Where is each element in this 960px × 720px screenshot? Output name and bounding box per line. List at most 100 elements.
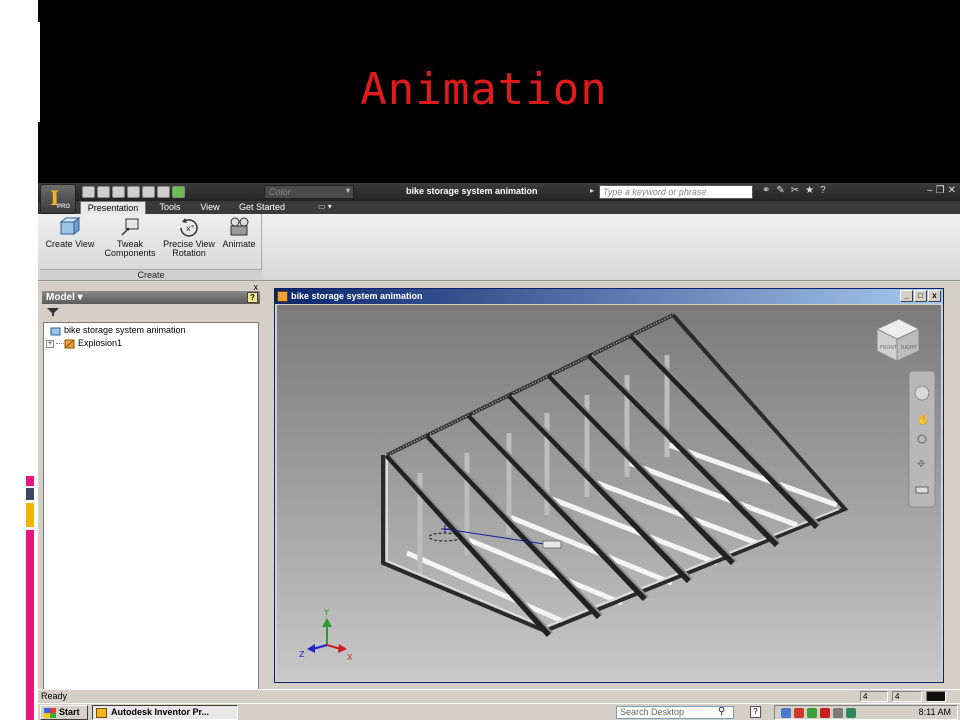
model-browser: x Model ▾ ? bike storage system animatio… (40, 282, 262, 707)
minimize-icon[interactable]: – (927, 185, 933, 196)
triad-x-label: X (347, 653, 353, 662)
steering-wheel-icon[interactable] (914, 385, 930, 401)
precise-view-rotation-label: Precise View Rotation (163, 239, 215, 258)
ribbon-tabs: Presentation Tools View Get Started ▭ ▾ (38, 201, 960, 214)
taskbar: Start Autodesk Inventor Pr... Search Des… (38, 703, 960, 720)
viewcube[interactable]: FRONT RIGHT (875, 318, 921, 362)
quick-access-toolbar (82, 185, 185, 199)
network-icon[interactable] (781, 708, 791, 718)
coordinate-triad: Y X Z (299, 608, 353, 662)
new-file-icon[interactable] (82, 186, 95, 198)
panel-label-create: Create (40, 269, 262, 280)
ribbon-toggle-icon[interactable]: ▭ ▾ (318, 202, 332, 211)
tweak-components-icon (121, 218, 139, 236)
animate-label: Animate (222, 239, 256, 249)
color-combo[interactable]: Color (264, 185, 354, 199)
save-icon[interactable] (112, 186, 125, 198)
inventor-window: Color ▾ bike storage system animation ▸ … (38, 183, 960, 720)
search-icon[interactable]: ⚲ (718, 706, 725, 717)
tweak-components-button[interactable]: Tweak Components (98, 216, 162, 258)
start-button[interactable]: Start (40, 705, 88, 720)
doc-minimize-button[interactable]: _ (900, 290, 913, 302)
accent-bar (26, 530, 34, 720)
help-icon[interactable]: ? (820, 185, 826, 196)
subscription-icon[interactable]: ✂ (791, 185, 799, 196)
volume-icon[interactable] (833, 708, 843, 718)
tree-item-label: bike storage system animation (64, 325, 186, 335)
tree-item-explosion[interactable]: + Explosion1 (46, 338, 122, 349)
triad-z-label: Z (299, 650, 305, 659)
tree-item-label: Explosion1 (78, 338, 123, 348)
animate-button[interactable]: Animate (218, 216, 260, 249)
inventor-logo-button[interactable]: I PRO (40, 184, 76, 214)
tab-view[interactable]: View (192, 201, 228, 214)
keyword-search-input[interactable]: Type a keyword or phrase (599, 185, 753, 199)
accent-bar (26, 476, 34, 486)
expand-icon[interactable]: + (46, 339, 54, 348)
help-icon[interactable]: ? (750, 706, 761, 718)
browser-tree: bike storage system animation + Explosio… (43, 322, 259, 706)
tab-tools[interactable]: Tools (150, 201, 190, 214)
undo-icon[interactable] (127, 186, 140, 198)
document-window-controls: _ □ x (900, 290, 941, 302)
triad-y-label: Y (323, 608, 329, 617)
slide-decoration (18, 22, 40, 122)
graphics-viewport[interactable]: Y X Z FRONT RIGHT ✋ ✥ (277, 305, 941, 681)
wrench-icon[interactable]: ✎ (776, 185, 784, 196)
ribbon-empty-area (264, 214, 960, 280)
task-item-label: Autodesk Inventor Pr... (111, 707, 210, 717)
tab-presentation[interactable]: Presentation (80, 201, 146, 214)
favorites-star-icon[interactable]: ★ (805, 185, 814, 196)
redo-icon[interactable] (142, 186, 155, 198)
viewcube-front-label: FRONT (880, 345, 898, 351)
browser-help-icon[interactable]: ? (247, 292, 258, 303)
combo-chevron-icon[interactable]: ▾ (346, 186, 350, 195)
bike-rack-model: Y X Z FRONT RIGHT ✋ ✥ (299, 313, 936, 662)
document-caption: bike storage system animation _ □ x (275, 289, 943, 304)
inventor-task-icon (96, 708, 107, 718)
ribbon-panel-create: Create View Tweak Components x° Precise … (40, 214, 262, 280)
security-icon[interactable] (794, 708, 804, 718)
restore-icon[interactable]: ❐ (936, 185, 945, 196)
document-window: bike storage system animation _ □ x Y X … (274, 288, 944, 683)
update-icon[interactable] (807, 708, 817, 718)
accent-bar (26, 488, 34, 500)
norton-icon[interactable] (820, 708, 830, 718)
binoculars-icon[interactable]: ⚭ (762, 185, 770, 196)
browser-header[interactable]: Model ▾ ? (42, 291, 260, 304)
return-icon[interactable] (157, 186, 170, 198)
open-folder-icon[interactable] (97, 186, 110, 198)
start-label: Start (59, 707, 80, 717)
windows-flag-icon (44, 708, 56, 718)
tab-get-started[interactable]: Get Started (232, 201, 292, 214)
window-controls: – ❐ ✕ (927, 185, 956, 196)
accent-bar (26, 503, 34, 527)
clock: 8:11 AM (918, 707, 951, 717)
title-bar: Color ▾ bike storage system animation ▸ … (38, 183, 960, 201)
tweak-components-label: Tweak Components (104, 239, 156, 258)
create-view-label: Create View (45, 239, 95, 249)
close-icon[interactable]: ✕ (948, 185, 956, 196)
desktop-search-input[interactable]: Search Desktop (616, 706, 734, 719)
tree-item-root[interactable]: bike storage system animation (50, 325, 186, 336)
help-toolbar: ⚭ ✎ ✂ ★ ? (762, 185, 826, 196)
svg-text:x°: x° (186, 224, 195, 233)
ribbon: Create View Tweak Components x° Precise … (38, 214, 960, 281)
doc-close-button[interactable]: x (928, 290, 941, 302)
orbit-icon[interactable]: ✥ (917, 459, 925, 470)
browser-title: Model (46, 292, 75, 303)
presentation-icon (50, 327, 61, 336)
create-view-button[interactable]: Create View (42, 216, 98, 249)
filter-icon[interactable] (46, 307, 60, 317)
doc-maximize-button[interactable]: □ (914, 290, 927, 302)
update-icon[interactable] (172, 186, 185, 198)
precise-view-rotation-button[interactable]: x° Precise View Rotation (160, 216, 218, 258)
arrow-right-icon: ▸ (590, 186, 595, 195)
sync-icon[interactable] (846, 708, 856, 718)
pan-hand-icon[interactable]: ✋ (917, 413, 929, 426)
look-at-icon[interactable] (915, 486, 929, 494)
create-view-icon (59, 216, 81, 236)
taskbar-item-inventor[interactable]: Autodesk Inventor Pr... (92, 705, 238, 720)
status-field-a: 4 (860, 691, 888, 702)
presentation-doc-icon (277, 291, 288, 302)
